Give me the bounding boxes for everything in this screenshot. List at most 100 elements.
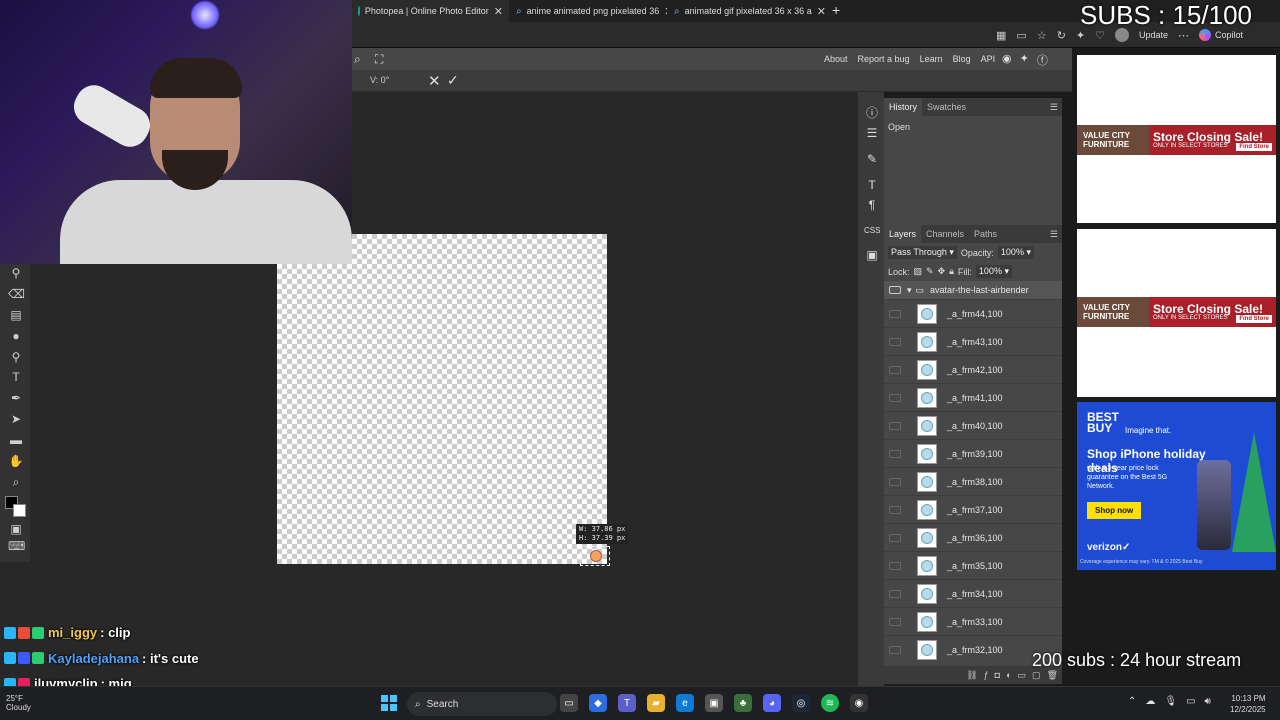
layer-row[interactable]: _a_frm34,100 <box>884 579 1062 607</box>
color-swatches[interactable] <box>5 496 27 518</box>
paragraph-icon[interactable]: ¶ <box>864 198 880 212</box>
visibility-eye-icon[interactable] <box>889 561 901 570</box>
blur-tool-icon[interactable]: ● <box>8 329 24 343</box>
tab-paths[interactable]: Paths <box>969 225 1002 243</box>
ad-banner[interactable]: VALUE CITY FURNITURE Store Closing Sale!… <box>1077 125 1276 155</box>
task-view-icon[interactable]: ▭ <box>560 694 578 712</box>
rectangle-tool-icon[interactable]: ▬ <box>8 433 24 447</box>
visibility-eye-icon[interactable] <box>889 421 901 430</box>
image-icon[interactable]: ▣ <box>864 248 880 262</box>
quick-mask-icon[interactable]: ▣ <box>8 522 24 536</box>
visibility-eye-icon[interactable] <box>889 617 901 626</box>
tab-photopea[interactable]: Photopea | Online Photo Editor ✕ <box>352 0 509 22</box>
character-icon[interactable]: T <box>864 178 880 192</box>
spotify-icon[interactable]: ≋ <box>821 694 839 712</box>
menu-about[interactable]: About <box>824 54 848 64</box>
layer-row[interactable]: _a_frm33,100 <box>884 607 1062 635</box>
layer-row[interactable]: _a_frm36,100 <box>884 523 1062 551</box>
transform-selection[interactable] <box>580 546 610 566</box>
search-icon[interactable]: ⌕ <box>354 52 361 67</box>
tab-swatches[interactable]: Swatches <box>922 98 971 116</box>
opacity-field[interactable]: 100% ▾ <box>997 246 1034 259</box>
cancel-transform-button[interactable]: ✕ <box>428 72 441 90</box>
visibility-eye-icon[interactable] <box>889 645 901 654</box>
cloud-icon[interactable]: ☁ <box>1145 696 1155 707</box>
properties-icon[interactable]: ☰ <box>864 126 880 140</box>
visibility-eye-icon[interactable] <box>889 533 901 542</box>
teams-icon[interactable]: T <box>618 694 636 712</box>
history-item[interactable]: Open <box>888 120 1058 134</box>
panel-menu-icon[interactable]: ☰ <box>1050 102 1058 113</box>
lock-pixels-icon[interactable]: ▧ <box>914 266 923 277</box>
display-icon[interactable]: ▭ <box>1186 696 1195 707</box>
ad-vcf-middle[interactable]: VALUE CITY FURNITURE Store Closing Sale!… <box>1077 229 1276 397</box>
volume-icon[interactable]: 🔊︎ <box>1205 696 1211 707</box>
chat-username[interactable]: Kayladejahana <box>48 651 139 666</box>
shop-now-button[interactable]: Shop now <box>1087 502 1142 519</box>
visibility-eye-icon[interactable] <box>889 286 901 294</box>
panel-menu-icon[interactable]: ☰ <box>1050 229 1058 240</box>
favorite-star-icon[interactable]: ☆ <box>1037 29 1047 42</box>
vertical-skew-value[interactable]: V: 0° <box>370 75 389 85</box>
chat-username[interactable]: mi_iggy <box>48 625 97 640</box>
file-explorer-icon[interactable]: ▰ <box>647 694 665 712</box>
layer-row[interactable]: _a_frm44,100 <box>884 299 1062 327</box>
visibility-eye-icon[interactable] <box>889 477 901 486</box>
visibility-eye-icon[interactable] <box>889 505 901 514</box>
layer-group-row[interactable]: ▾ ▭ avatar-the-last-airbender <box>884 281 1062 299</box>
layer-effects-icon[interactable]: ƒ <box>984 670 989 680</box>
lock-all-icon[interactable]: 🔒︎ <box>949 266 954 277</box>
delete-layer-icon[interactable]: 🗑︎ <box>1047 670 1058 681</box>
layer-row[interactable]: _a_frm35,100 <box>884 551 1062 579</box>
menu-api[interactable]: API <box>981 54 996 64</box>
tab-layers[interactable]: Layers <box>884 225 922 243</box>
tab-anime-search[interactable]: ⌕ anime animated png pixelated 36 ✕ <box>510 0 667 22</box>
hand-tool-icon[interactable]: ✋ <box>8 454 24 468</box>
pen-tool-icon[interactable]: ✒ <box>8 391 24 405</box>
visibility-eye-icon[interactable] <box>889 449 901 458</box>
link-layers-icon[interactable]: ⛓ <box>966 670 977 681</box>
layer-row[interactable]: _a_frm41,100 <box>884 383 1062 411</box>
eraser-tool-icon[interactable]: ⌫ <box>8 287 25 301</box>
new-group-icon[interactable]: ▭ <box>1018 670 1027 681</box>
reader-icon[interactable]: ▭ <box>1016 29 1026 42</box>
store-icon[interactable]: ▣ <box>705 694 723 712</box>
gradient-tool-icon[interactable]: ▤ <box>8 308 24 322</box>
type-tool-icon[interactable]: T <box>8 370 24 384</box>
css-icon[interactable]: CSS <box>864 226 880 235</box>
visibility-eye-icon[interactable] <box>889 393 901 402</box>
chevron-up-icon[interactable]: ⌃ <box>1128 696 1136 707</box>
discord-icon[interactable]: ◕ <box>763 694 781 712</box>
ad-bestbuy[interactable]: BEST BUY Imagine that. Shop iPhone holid… <box>1077 402 1276 570</box>
background-color[interactable] <box>13 504 26 517</box>
info-icon[interactable]: ⓘ <box>864 104 880 121</box>
layer-row[interactable]: _a_frm42,100 <box>884 355 1062 383</box>
twitter-icon[interactable]: ✦ <box>1020 52 1029 68</box>
game-app-icon[interactable]: ♣ <box>734 694 752 712</box>
obs-icon[interactable]: ◉ <box>850 694 868 712</box>
confirm-transform-button[interactable]: ✓ <box>447 72 459 89</box>
layer-row[interactable]: _a_frm43,100 <box>884 327 1062 355</box>
update-button[interactable]: Update <box>1139 30 1168 40</box>
system-clock[interactable]: 10:13 PM 12/2/2025 <box>1230 693 1266 715</box>
ad-banner[interactable]: VALUE CITY FURNITURE Store Closing Sale!… <box>1077 297 1276 327</box>
fill-field[interactable]: 100% ▾ <box>975 265 1012 278</box>
menu-report-bug[interactable]: Report a bug <box>858 54 910 64</box>
document-canvas[interactable] <box>277 234 607 564</box>
tab-channels[interactable]: Channels <box>921 225 969 243</box>
layer-mask-icon[interactable]: ◘ <box>995 670 1000 680</box>
taskbar-search[interactable]: ⌕ Search <box>407 692 557 716</box>
visibility-eye-icon[interactable] <box>889 365 901 374</box>
layer-row[interactable]: _a_frm39,100 <box>884 439 1062 467</box>
facebook-icon[interactable]: ⓕ <box>1037 52 1048 68</box>
menu-learn[interactable]: Learn <box>920 54 943 64</box>
zoom-tool-icon[interactable]: ⌕ <box>8 475 24 490</box>
fullscreen-icon[interactable]: ⛶ <box>375 52 383 67</box>
chevron-down-icon[interactable]: ▾ <box>907 285 912 296</box>
close-icon[interactable]: ✕ <box>494 5 503 18</box>
menu-blog[interactable]: Blog <box>953 54 971 64</box>
adjustment-layer-icon[interactable]: ◐ <box>1006 670 1011 680</box>
tab-history[interactable]: History <box>884 98 923 116</box>
visibility-eye-icon[interactable] <box>889 337 901 346</box>
close-icon[interactable]: ✕ <box>817 5 826 18</box>
